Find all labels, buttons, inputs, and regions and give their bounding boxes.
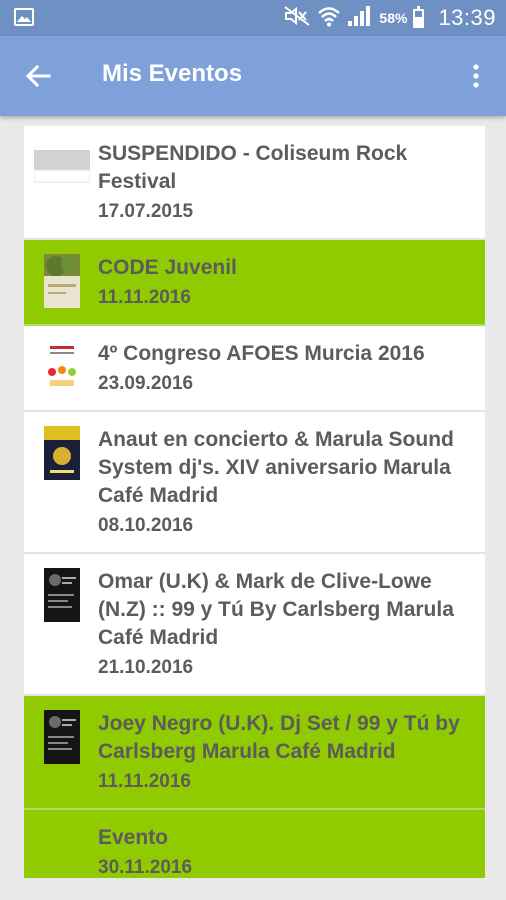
event-date: 17.07.2015 [98,201,194,222]
event-name: SUSPENDIDO - Coliseum Rock Festival [98,142,408,193]
gallery-icon [14,8,34,26]
event-date: 30.11.2016 [98,857,193,878]
page-title: Mis Eventos [102,60,243,87]
event-name: 4º Congreso AFOES Murcia 2016 [98,342,425,365]
event-row[interactable]: Omar (U.K) & Mark de Clive-Lowe (N.Z) ::… [24,554,485,696]
action-bar: Mis Eventos [0,36,506,116]
event-row[interactable]: Evento 30.11.2016 [24,810,485,878]
event-thumbnail [44,254,80,308]
event-row[interactable]: Joey Negro (U.K). Dj Set / 99 y Tú by Ca… [24,696,485,810]
wifi-icon [317,5,341,32]
event-date: 21.10.2016 [98,657,194,678]
status-icons: 58% 13:39 [283,0,496,36]
event-date: 11.11.2016 [98,771,191,792]
signal-icon [347,5,371,32]
event-date: 23.09.2016 [98,373,194,394]
event-date: 08.10.2016 [98,515,194,536]
event-row[interactable]: Anaut en concierto & Marula Sound System… [24,412,485,554]
event-row[interactable]: 4º Congreso AFOES Murcia 2016 23.09.2016 [24,326,485,412]
event-thumbnail [44,340,80,394]
event-name: Joey Negro (U.K). Dj Set / 99 y Tú by Ca… [98,712,460,763]
overflow-menu-button[interactable] [464,56,488,96]
arrow-left-icon [25,64,51,88]
battery-icon [413,5,425,28]
mute-icon [283,5,311,31]
back-button[interactable] [18,56,58,96]
event-thumbnail [34,150,90,183]
event-row[interactable]: SUSPENDIDO - Coliseum Rock Festival 17.0… [24,126,485,240]
status-bar: 58% 13:39 [0,0,506,36]
battery-percentage: 58% [379,10,408,26]
event-thumbnail [44,568,80,622]
event-name: Evento [98,826,169,849]
event-name: Anaut en concierto & Marula Sound System… [98,428,454,507]
events-list[interactable]: SUSPENDIDO - Coliseum Rock Festival 17.0… [24,126,485,878]
clock: 13:39 [438,5,496,30]
more-vert-icon [473,64,479,88]
event-thumbnail [44,426,80,480]
event-row[interactable]: CODE Juvenil 11.11.2016 [24,240,485,326]
event-name: Omar (U.K) & Mark de Clive-Lowe (N.Z) ::… [98,570,454,649]
event-name: CODE Juvenil [98,256,237,279]
event-date: 11.11.2016 [98,287,191,308]
event-thumbnail [44,710,80,764]
